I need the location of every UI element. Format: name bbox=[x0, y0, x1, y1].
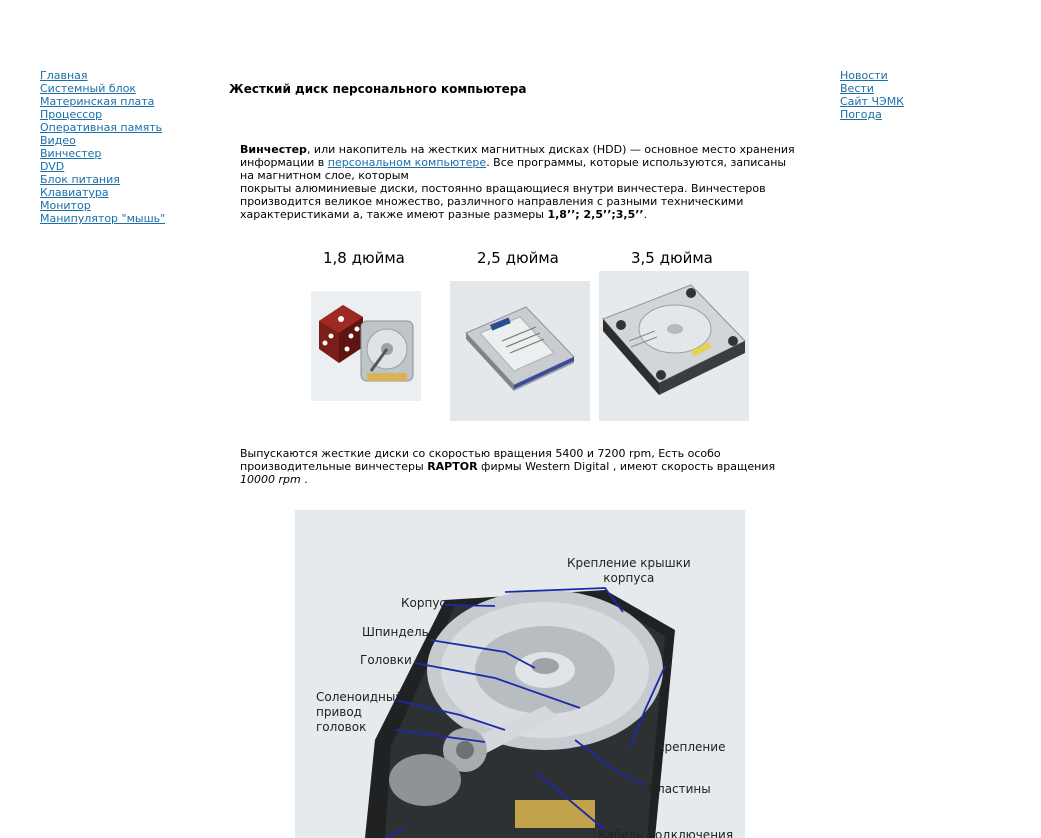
raptor-speed: 10000 rpm bbox=[240, 473, 301, 486]
intro-paragraph: Винчестер, или накопитель на жестких маг… bbox=[240, 143, 800, 221]
label-spindle: Шпиндель bbox=[362, 625, 429, 639]
nav-link-vesti[interactable]: Вести bbox=[840, 82, 904, 95]
hdd-2-5-image bbox=[450, 281, 590, 421]
right-navigation: Новости Вести Сайт ЧЭМК Погода bbox=[840, 69, 904, 121]
intro-end: . bbox=[643, 208, 648, 221]
sizes-text: 1,8’’; 2,5’’;3,5’’ bbox=[547, 208, 644, 221]
nav-link-weather[interactable]: Погода bbox=[840, 108, 904, 121]
nav-link-monitor[interactable]: Монитор bbox=[40, 199, 165, 212]
hdd-anatomy-diagram: Крепление крышки корпуса Корпус Шпиндель… bbox=[295, 510, 745, 838]
nav-link-motherboard[interactable]: Материнская плата bbox=[40, 95, 165, 108]
hdd-3-5-image bbox=[599, 271, 749, 421]
intro-text-3: покрыты алюминиевые диски, постоянно вра… bbox=[240, 182, 766, 221]
label-mount: Крепление bbox=[656, 740, 726, 754]
link-personal-computer[interactable]: персональном компьютере bbox=[328, 156, 486, 169]
label-case: Корпус bbox=[401, 596, 447, 610]
page-title: Жесткий диск персонального компьютера bbox=[229, 82, 527, 96]
label-heads: Головки bbox=[360, 653, 412, 667]
hdd-1-8-image bbox=[311, 291, 421, 401]
nav-link-news[interactable]: Новости bbox=[840, 69, 904, 82]
size-label-1-8: 1,8 дюйма bbox=[323, 249, 405, 267]
nav-link-mouse[interactable]: Манипулятор "мышь" bbox=[40, 212, 165, 225]
left-navigation: Главная Системный блок Материнская плата… bbox=[40, 69, 165, 225]
nav-link-system-unit[interactable]: Системный блок bbox=[40, 82, 165, 95]
speed-end: . bbox=[300, 473, 308, 486]
label-cover-mount: Крепление крышки корпуса bbox=[567, 556, 691, 585]
raptor-brand: RAPTOR bbox=[427, 460, 478, 473]
label-cable: Кабель подключения bbox=[598, 828, 734, 838]
label-platters: Пластины bbox=[648, 782, 711, 796]
speed-text-2: фирмы Western Digital , имеют скорость в… bbox=[477, 460, 776, 473]
nav-link-hdd[interactable]: Винчестер bbox=[40, 147, 165, 160]
nav-link-site[interactable]: Сайт ЧЭМК bbox=[840, 95, 904, 108]
nav-link-dvd[interactable]: DVD bbox=[40, 160, 165, 173]
label-actuator: Соленоидный привод головок bbox=[316, 690, 404, 734]
nav-link-processor[interactable]: Процессор bbox=[40, 108, 165, 121]
nav-link-power-supply[interactable]: Блок питания bbox=[40, 173, 165, 186]
size-label-3-5: 3,5 дюйма bbox=[631, 249, 713, 267]
nav-link-video[interactable]: Видео bbox=[40, 134, 165, 147]
nav-link-keyboard[interactable]: Клавиатура bbox=[40, 186, 165, 199]
speed-paragraph: Выпускаются жесткие диски со скоростью в… bbox=[240, 447, 800, 486]
nav-link-home[interactable]: Главная bbox=[40, 69, 165, 82]
nav-link-ram[interactable]: Оперативная память bbox=[40, 121, 165, 134]
size-label-2-5: 2,5 дюйма bbox=[477, 249, 559, 267]
term-hdd: Винчестер bbox=[240, 143, 307, 156]
